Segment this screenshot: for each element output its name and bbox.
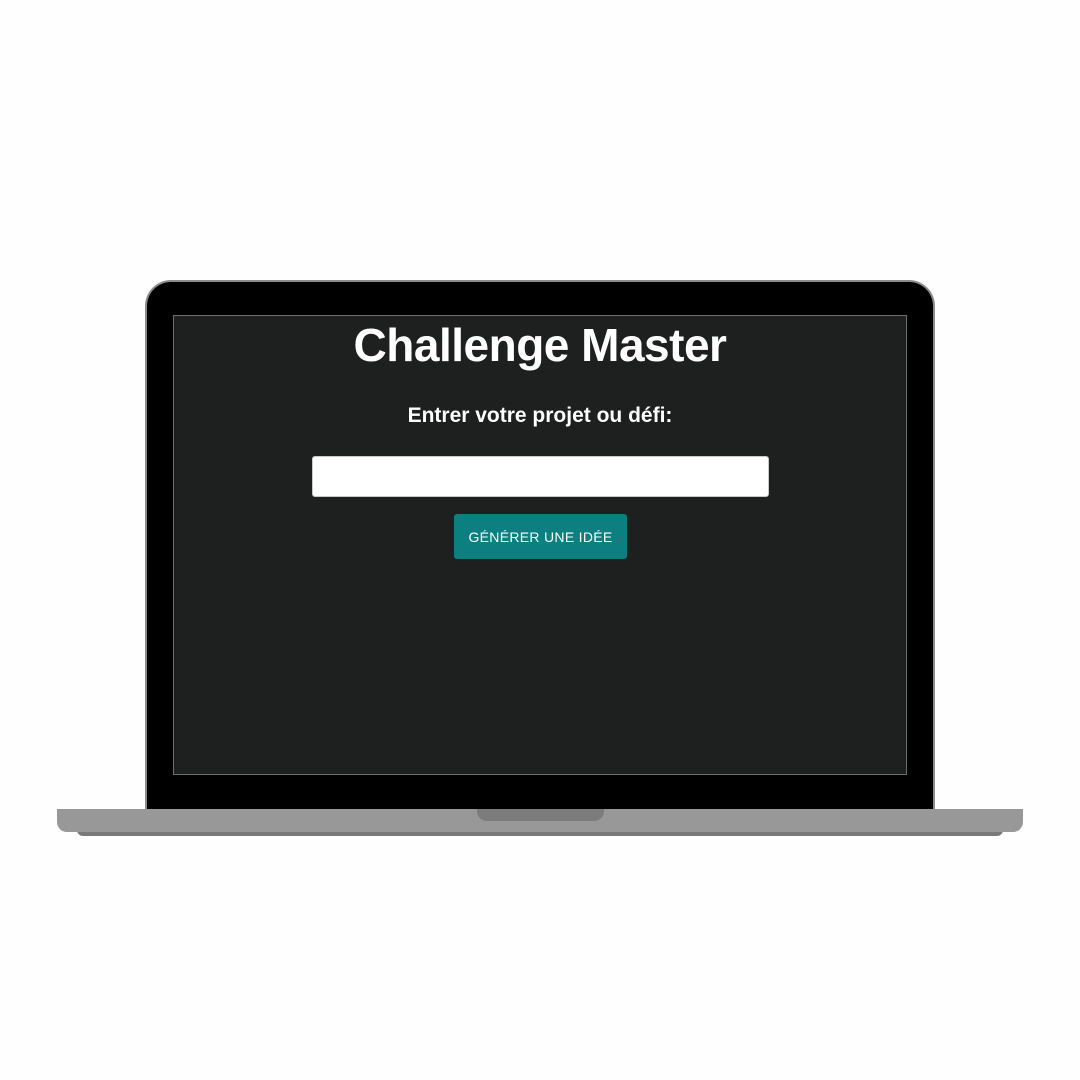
laptop-mockup: Challenge Master Entrer votre projet ou … (0, 0, 1080, 1080)
generate-idea-button[interactable]: GÉNÉRER UNE IDÉE (454, 514, 627, 559)
project-prompt-label: Entrer votre projet ou défi: (407, 404, 673, 427)
app-screen: Challenge Master Entrer votre projet ou … (173, 315, 907, 775)
laptop-trackpad-notch (477, 809, 604, 821)
project-input[interactable] (312, 456, 769, 497)
page-title: Challenge Master (353, 319, 727, 371)
